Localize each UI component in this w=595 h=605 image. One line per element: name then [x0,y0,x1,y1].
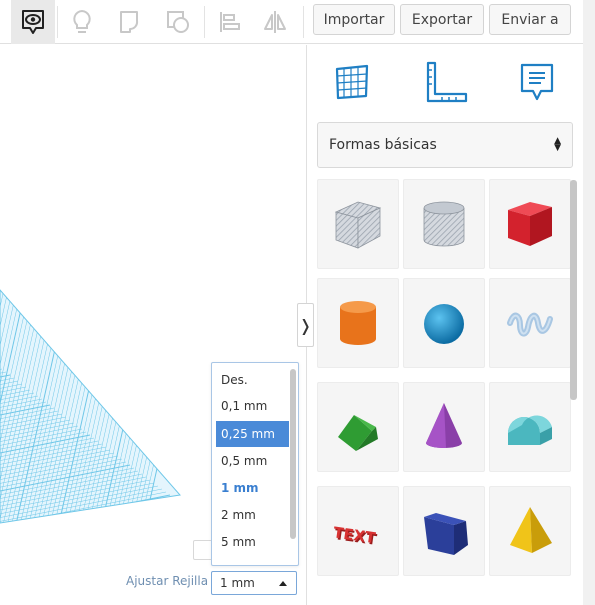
select-arrows-icon: ▲ ▼ [554,136,561,153]
grid-line [0,515,180,523]
wedge-shape[interactable] [403,486,485,576]
shape-library-select[interactable]: Formas básicas ▲ ▼ [317,122,573,168]
snap-option[interactable]: 0,5 mm [216,448,289,474]
snap-option[interactable]: 0,1 mm [216,393,289,419]
import-button[interactable]: Importar [313,4,395,35]
chevron-right-icon: ❭ [298,315,313,335]
window-edge [583,0,595,605]
snap-grid-value: 1 mm [220,576,255,590]
grid-line [135,290,180,523]
snap-grid-dropdown[interactable]: Des. 0,1 mm 0,25 mm 0,5 mm 1 mm 2 mm 5 m… [211,362,299,566]
grid-icon[interactable] [327,57,377,107]
view-cube-hint[interactable] [193,540,213,560]
grid-line [1,518,180,523]
grid-line [105,290,166,523]
toolbar-divider [204,6,205,38]
cylinder-hole-shape[interactable] [403,179,485,269]
snap-option-current[interactable]: 1 mm [216,475,289,501]
grid-line [126,290,180,523]
shape-library-value: Formas básicas [329,137,437,153]
box-shape[interactable] [489,179,571,269]
grid-line [96,290,158,523]
note-icon[interactable] [109,0,153,44]
snap-option[interactable]: 2 mm [216,502,289,528]
grid-line [131,290,180,523]
round-roof-shape[interactable] [489,382,571,472]
toolbar: Importar Exportar Enviar a [0,0,583,44]
cone-shape[interactable] [403,382,485,472]
snap-option[interactable]: 5 mm [216,529,289,555]
grid-line [114,290,175,523]
snap-option-highlighted[interactable]: 0,25 mm [216,421,289,447]
panel-scrollbar[interactable] [570,180,577,400]
pyramid-shape[interactable] [489,486,571,576]
view-icon[interactable] [11,0,55,44]
snap-option[interactable]: Des. [216,367,289,393]
export-button[interactable]: Exportar [400,4,484,35]
toolbar-divider [303,6,304,38]
align-icon[interactable] [208,0,252,44]
send-to-button[interactable]: Enviar a [489,4,571,35]
cylinder-shape[interactable] [317,278,399,368]
scribble-shape[interactable] [489,278,571,368]
dropdown-scrollbar[interactable] [290,369,296,539]
grid-line [139,290,180,523]
mirror-icon[interactable] [253,0,297,44]
caret-up-icon [279,581,287,586]
toolbar-divider [57,6,58,38]
lightbulb-icon[interactable] [60,0,104,44]
grid-line [118,290,179,523]
notes-icon[interactable] [512,57,562,107]
grid-line [101,290,162,523]
grid-line [122,290,180,523]
roof-shape[interactable] [317,382,399,472]
text-shape[interactable]: TEXT TEXT [317,486,399,576]
snap-grid-select[interactable]: 1 mm [211,571,297,595]
grid-line [5,521,180,523]
sphere-shape[interactable] [403,278,485,368]
ruler-icon[interactable] [421,57,471,107]
grid-line [0,512,180,523]
shapes-icon[interactable] [156,0,200,44]
box-hole-shape[interactable] [317,179,399,269]
snap-grid-label: Ajustar Rejilla [126,574,209,588]
grid-line [10,525,210,565]
collapse-panel-button[interactable]: ❭ [297,303,314,347]
